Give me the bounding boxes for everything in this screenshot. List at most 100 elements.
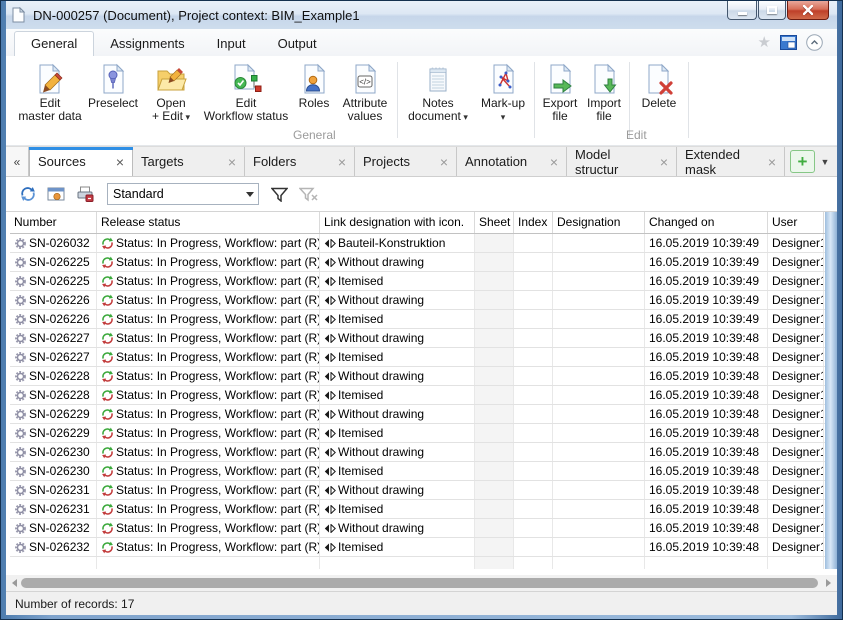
tab-folders[interactable]: Folders× [245, 147, 355, 176]
ribbon: Editmaster data Preselect Open+ Edit Edi… [6, 56, 837, 146]
tab-targets[interactable]: Targets× [133, 147, 245, 176]
tab-scroll-left-button[interactable]: « [6, 147, 29, 176]
table-row[interactable]: SN-026228Status: In Progress, Workflow: … [10, 386, 837, 405]
column-header-index[interactable]: Index [514, 212, 553, 233]
delete-icon [643, 63, 675, 95]
table-row[interactable]: SN-026231Status: In Progress, Workflow: … [10, 500, 837, 519]
ribbon-group-label-edit: Edit [626, 128, 647, 142]
tab-model-structure[interactable]: Model structur× [567, 147, 677, 176]
edit-workflow-status-button[interactable]: EditWorkflow status [200, 62, 292, 123]
link-arrows-icon [324, 467, 336, 476]
column-header-sheet[interactable]: Sheet [475, 212, 514, 233]
workflow-cycle-icon [101, 332, 114, 345]
tab-annotation[interactable]: Annotation× [457, 147, 567, 176]
minimize-button[interactable] [727, 1, 757, 20]
table-row[interactable]: SN-026230Status: In Progress, Workflow: … [10, 443, 837, 462]
delete-button[interactable]: Delete [633, 62, 685, 110]
tab-close-icon[interactable]: × [228, 154, 236, 170]
tab-assignments[interactable]: Assignments [94, 32, 200, 56]
tab-close-icon[interactable]: × [550, 154, 558, 170]
column-header-changed-on[interactable]: Changed on [645, 212, 768, 233]
tab-extended-mask[interactable]: Extended mask× [677, 147, 785, 176]
import-file-icon [588, 63, 620, 95]
tab-close-icon[interactable]: × [338, 154, 346, 170]
column-header-designation[interactable]: Designation [553, 212, 645, 233]
workflow-cycle-icon [101, 522, 114, 535]
tab-list-dropdown-button[interactable]: ▼ [816, 150, 834, 173]
tab-close-icon[interactable]: × [116, 154, 124, 170]
export-file-button[interactable]: Exportfile [538, 62, 582, 123]
column-header-link-designation[interactable]: Link designation with icon. [320, 212, 475, 233]
gear-icon [14, 541, 27, 554]
scroll-left-arrow-icon[interactable] [12, 579, 17, 587]
table-row[interactable]: SN-026228Status: In Progress, Workflow: … [10, 367, 837, 386]
records-table: Number Release status Link designation w… [6, 211, 837, 569]
table-row[interactable]: SN-026225Status: In Progress, Workflow: … [10, 253, 837, 272]
tab-sources[interactable]: Sources× [29, 147, 133, 176]
workflow-cycle-icon [101, 313, 114, 326]
roles-icon [298, 63, 330, 95]
panel-window-icon[interactable] [780, 35, 797, 50]
minimize-icon [738, 12, 747, 15]
table-row[interactable]: SN-026231Status: In Progress, Workflow: … [10, 481, 837, 500]
table-row[interactable]: SN-026227Status: In Progress, Workflow: … [10, 348, 837, 367]
open-in-window-icon[interactable] [47, 187, 65, 202]
clear-filter-icon[interactable] [299, 187, 318, 202]
table-row[interactable]: SN-026232Status: In Progress, Workflow: … [10, 538, 837, 557]
table-row[interactable]: SN-026229Status: In Progress, Workflow: … [10, 424, 837, 443]
add-tab-button[interactable]: + [790, 150, 815, 173]
tab-projects[interactable]: Projects× [355, 147, 457, 176]
import-file-button[interactable]: Importfile [582, 62, 626, 123]
table-row[interactable]: SN-026227Status: In Progress, Workflow: … [10, 329, 837, 348]
tab-input[interactable]: Input [201, 32, 262, 56]
collapse-ribbon-icon[interactable] [806, 34, 823, 51]
maximize-button[interactable] [758, 1, 786, 20]
close-button[interactable] [787, 1, 829, 20]
workflow-cycle-icon [101, 256, 114, 269]
titlebar[interactable]: DN-000257 (Document), Project context: B… [6, 1, 837, 29]
tab-close-icon[interactable]: × [660, 154, 668, 170]
column-header-user[interactable]: User [768, 212, 824, 233]
table-row[interactable]: SN-026230Status: In Progress, Workflow: … [10, 462, 837, 481]
tab-close-icon[interactable]: × [440, 154, 448, 170]
table-row[interactable]: SN-026229Status: In Progress, Workflow: … [10, 405, 837, 424]
table-row[interactable]: SN-026032Status: In Progress, Workflow: … [10, 234, 837, 253]
tab-general[interactable]: General [14, 31, 94, 56]
table-row[interactable]: SN-026232Status: In Progress, Workflow: … [10, 519, 837, 538]
notes-document-button[interactable]: Notesdocument [401, 62, 475, 124]
workflow-cycle-icon [101, 294, 114, 307]
workflow-cycle-icon [101, 389, 114, 402]
scroll-right-arrow-icon[interactable] [826, 579, 831, 587]
mark-up-button[interactable]: Mark-up [475, 62, 531, 124]
table-row[interactable]: SN-026226Status: In Progress, Workflow: … [10, 291, 837, 310]
preselect-icon [97, 63, 129, 95]
tab-output[interactable]: Output [262, 32, 333, 56]
ribbon-separator [397, 62, 398, 138]
print-icon[interactable] [76, 186, 94, 202]
view-selector-dropdown[interactable]: Standard [107, 183, 259, 205]
workflow-cycle-icon [101, 446, 114, 459]
table-row[interactable]: SN-026225Status: In Progress, Workflow: … [10, 272, 837, 291]
column-header-release-status[interactable]: Release status [97, 212, 320, 233]
workflow-cycle-icon [101, 465, 114, 478]
link-arrows-icon [324, 372, 336, 381]
horizontal-scrollbar[interactable] [6, 575, 837, 591]
open-edit-button[interactable]: Open+ Edit [142, 62, 200, 124]
filter-icon[interactable] [271, 187, 288, 202]
refresh-icon[interactable] [20, 186, 36, 202]
tab-close-icon[interactable]: × [768, 154, 776, 170]
vertical-scrollbar[interactable] [825, 212, 837, 569]
attribute-values-button[interactable]: </> Attributevalues [336, 62, 394, 123]
favorite-star-icon[interactable]: ★ [758, 35, 771, 50]
table-row[interactable]: SN-026226Status: In Progress, Workflow: … [10, 310, 837, 329]
column-header-number[interactable]: Number [10, 212, 97, 233]
edit-master-data-button[interactable]: Editmaster data [16, 62, 84, 123]
gear-icon [14, 484, 27, 497]
gear-icon [14, 256, 27, 269]
link-arrows-icon [324, 486, 336, 495]
workflow-cycle-icon [101, 427, 114, 440]
horizontal-scrollbar-thumb[interactable] [21, 578, 818, 588]
preselect-button[interactable]: Preselect [84, 62, 142, 110]
table-body: SN-026032Status: In Progress, Workflow: … [10, 234, 837, 557]
roles-button[interactable]: Roles [292, 62, 336, 110]
